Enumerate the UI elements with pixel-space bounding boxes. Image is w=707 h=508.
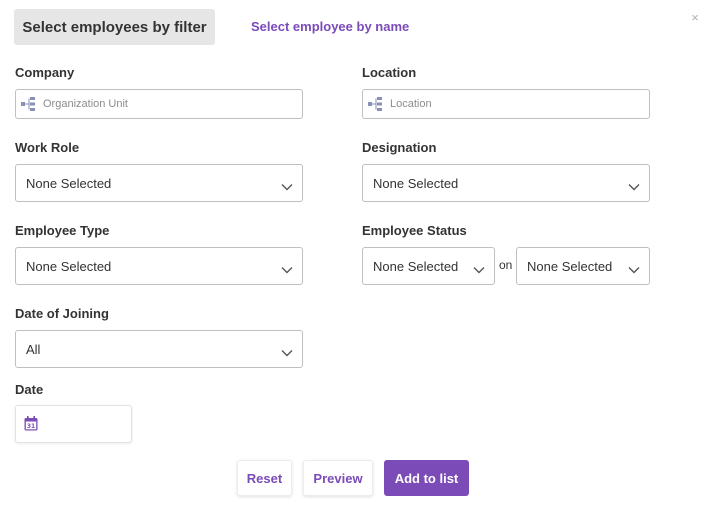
tab-select-by-filter[interactable]: Select employees by filter (14, 9, 215, 45)
company-input[interactable]: Organization Unit (15, 89, 303, 119)
chevron-down-icon (281, 179, 293, 191)
date-of-joining-value: All (26, 341, 41, 357)
employee-status-value: None Selected (373, 258, 459, 274)
employee-status-on-text: on (499, 258, 513, 272)
calendar-day: 31 (27, 423, 35, 430)
org-tree-icon (368, 97, 384, 111)
chevron-down-icon (628, 179, 640, 191)
date-of-joining-select[interactable]: All (15, 330, 303, 368)
chevron-down-icon (628, 262, 640, 274)
location-placeholder: Location (390, 98, 432, 110)
add-to-list-button[interactable]: Add to list (384, 460, 469, 496)
close-icon[interactable]: × (689, 11, 701, 24)
tab-select-by-name[interactable]: Select employee by name (251, 19, 409, 34)
reset-button[interactable]: Reset (237, 460, 292, 496)
designation-select[interactable]: None Selected (362, 164, 650, 202)
designation-value: None Selected (373, 175, 459, 191)
employee-status-label: Employee Status (362, 223, 467, 238)
chevron-down-icon (281, 345, 293, 357)
work-role-label: Work Role (15, 140, 80, 155)
location-input[interactable]: Location (362, 89, 650, 119)
location-label: Location (362, 65, 417, 80)
date-input[interactable]: 31 (15, 405, 132, 443)
org-tree-icon (21, 97, 37, 111)
employee-type-select[interactable]: None Selected (15, 247, 303, 285)
work-role-value: None Selected (26, 175, 112, 191)
calendar-icon[interactable]: 31 (24, 416, 38, 431)
company-placeholder: Organization Unit (43, 98, 128, 110)
work-role-select[interactable]: None Selected (15, 164, 303, 202)
company-label: Company (15, 65, 75, 80)
employee-status-select[interactable]: None Selected (362, 247, 495, 285)
employee-status-on-select[interactable]: None Selected (516, 247, 650, 285)
date-of-joining-label: Date of Joining (15, 306, 109, 321)
employee-type-label: Employee Type (15, 223, 110, 238)
employee-type-value: None Selected (26, 258, 112, 274)
employee-status-on-value: None Selected (527, 258, 613, 274)
chevron-down-icon (281, 262, 293, 274)
chevron-down-icon (473, 262, 485, 274)
designation-label: Designation (362, 140, 437, 155)
preview-button[interactable]: Preview (303, 460, 373, 496)
date-label: Date (15, 382, 44, 397)
